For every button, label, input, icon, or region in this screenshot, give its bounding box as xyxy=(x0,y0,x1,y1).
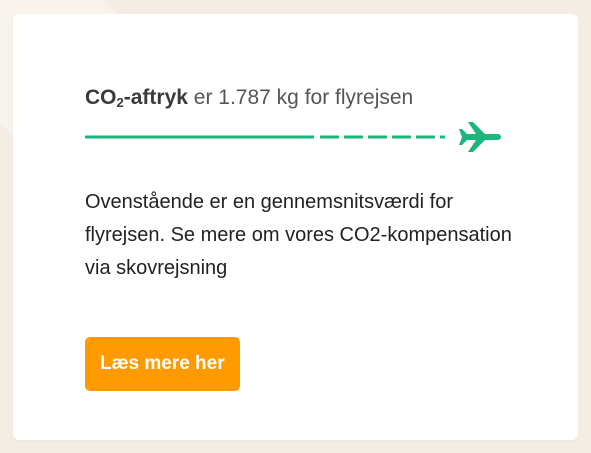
co2-info-card: CO2-aftryk er 1.787 kg for flyrejsen Ove… xyxy=(13,14,578,440)
description-text: Ovenstående er en gennemsnitsværdi for f… xyxy=(85,191,512,279)
co2-headline: CO2-aftryk er 1.787 kg for flyrejsen xyxy=(85,86,413,110)
read-more-button[interactable]: Læs mere her xyxy=(85,337,240,391)
airplane-icon xyxy=(459,122,501,152)
co2-value-text: er 1.787 kg for flyrejsen xyxy=(193,86,414,109)
flight-route-graphic xyxy=(85,122,501,152)
co2-label: CO2-aftryk xyxy=(85,86,188,110)
